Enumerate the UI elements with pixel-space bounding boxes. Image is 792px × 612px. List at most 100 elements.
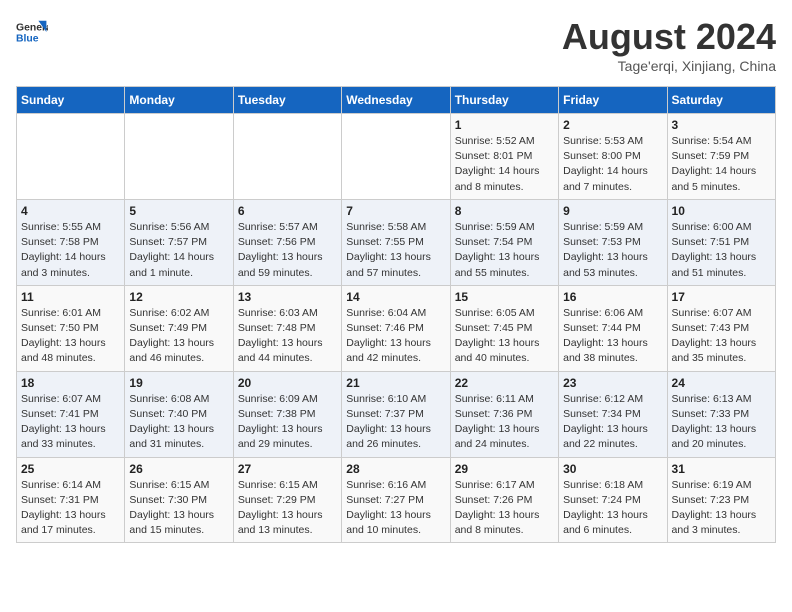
- day-info: Sunrise: 5:55 AMSunset: 7:58 PMDaylight:…: [21, 220, 120, 281]
- day-cell: 19 Sunrise: 6:08 AMSunset: 7:40 PMDayligh…: [125, 371, 233, 457]
- logo: General Blue: [16, 16, 48, 48]
- day-number: 1: [455, 118, 554, 132]
- weekday-header-monday: Monday: [125, 87, 233, 114]
- day-number: 26: [129, 462, 228, 476]
- month-year-title: August 2024: [562, 16, 776, 58]
- day-cell: 16Sunrise: 6:06 AMSunset: 7:44 PMDayligh…: [559, 285, 667, 371]
- day-cell: 3Sunrise: 5:54 AMSunset: 7:59 PMDaylight…: [667, 114, 775, 200]
- day-number: 6: [238, 204, 337, 218]
- calendar-table: SundayMondayTuesdayWednesdayThursdayFrid…: [16, 86, 776, 543]
- day-number: 18: [21, 376, 120, 390]
- day-number: 10: [672, 204, 771, 218]
- day-number: 15: [455, 290, 554, 304]
- day-number: 7: [346, 204, 445, 218]
- day-info: Sunrise: 6:15 AMSunset: 7:29 PMDaylight:…: [238, 478, 337, 539]
- day-number: 11: [21, 290, 120, 304]
- day-number: 25: [21, 462, 120, 476]
- location-subtitle: Tage'erqi, Xinjiang, China: [562, 58, 776, 74]
- page-header: General Blue August 2024 Tage'erqi, Xinj…: [16, 16, 776, 74]
- day-cell: 9Sunrise: 5:59 AMSunset: 7:53 PMDaylight…: [559, 199, 667, 285]
- weekday-header-thursday: Thursday: [450, 87, 558, 114]
- day-cell: 7 Sunrise: 5:58 AMSunset: 7:55 PMDaylight…: [342, 199, 450, 285]
- day-info: Sunrise: 6:14 AMSunset: 7:31 PMDaylight:…: [21, 478, 120, 539]
- day-info: Sunrise: 5:59 AMSunset: 7:54 PMDaylight:…: [455, 220, 554, 281]
- day-info: Sunrise: 6:08 AMSunset: 7:40 PMDaylight:…: [129, 392, 228, 453]
- day-info: Sunrise: 6:00 AMSunset: 7:51 PMDaylight:…: [672, 220, 771, 281]
- logo-icon: General Blue: [16, 16, 48, 48]
- day-cell: 10 Sunrise: 6:00 AMSunset: 7:51 PMDayligh…: [667, 199, 775, 285]
- day-cell: 5 Sunrise: 5:56 AMSunset: 7:57 PMDaylight…: [125, 199, 233, 285]
- weekday-header-wednesday: Wednesday: [342, 87, 450, 114]
- day-number: 27: [238, 462, 337, 476]
- day-cell: 30 Sunrise: 6:18 AMSunset: 7:24 PMDayligh…: [559, 457, 667, 543]
- day-cell: 4Sunrise: 5:55 AMSunset: 7:58 PMDaylight…: [17, 199, 125, 285]
- day-info: Sunrise: 6:06 AMSunset: 7:44 PMDaylight:…: [563, 306, 662, 367]
- day-number: 20: [238, 376, 337, 390]
- week-row-2: 4Sunrise: 5:55 AMSunset: 7:58 PMDaylight…: [17, 199, 776, 285]
- week-row-5: 25 Sunrise: 6:14 AMSunset: 7:31 PMDayligh…: [17, 457, 776, 543]
- day-info: Sunrise: 6:12 AMSunset: 7:34 PMDaylight:…: [563, 392, 662, 453]
- day-number: 22: [455, 376, 554, 390]
- weekday-header-friday: Friday: [559, 87, 667, 114]
- day-info: Sunrise: 5:56 AMSunset: 7:57 PMDaylight:…: [129, 220, 228, 281]
- day-info: Sunrise: 6:03 AMSunset: 7:48 PMDaylight:…: [238, 306, 337, 367]
- day-cell: 8Sunrise: 5:59 AMSunset: 7:54 PMDaylight…: [450, 199, 558, 285]
- day-info: Sunrise: 6:11 AMSunset: 7:36 PMDaylight:…: [455, 392, 554, 453]
- day-cell: 1 Sunrise: 5:52 AMSunset: 8:01 PMDaylight…: [450, 114, 558, 200]
- day-cell: [233, 114, 341, 200]
- day-info: Sunrise: 6:07 AMSunset: 7:41 PMDaylight:…: [21, 392, 120, 453]
- week-row-3: 11 Sunrise: 6:01 AMSunset: 7:50 PMDayligh…: [17, 285, 776, 371]
- day-number: 12: [129, 290, 228, 304]
- day-cell: 28 Sunrise: 6:16 AMSunset: 7:27 PMDayligh…: [342, 457, 450, 543]
- day-cell: 21 Sunrise: 6:10 AMSunset: 7:37 PMDayligh…: [342, 371, 450, 457]
- weekday-header-sunday: Sunday: [17, 87, 125, 114]
- day-info: Sunrise: 6:02 AMSunset: 7:49 PMDaylight:…: [129, 306, 228, 367]
- day-info: Sunrise: 6:09 AMSunset: 7:38 PMDaylight:…: [238, 392, 337, 453]
- week-row-4: 18 Sunrise: 6:07 AMSunset: 7:41 PMDayligh…: [17, 371, 776, 457]
- day-info: Sunrise: 6:04 AMSunset: 7:46 PMDaylight:…: [346, 306, 445, 367]
- day-cell: 29 Sunrise: 6:17 AMSunset: 7:26 PMDayligh…: [450, 457, 558, 543]
- day-number: 5: [129, 204, 228, 218]
- day-number: 19: [129, 376, 228, 390]
- day-number: 24: [672, 376, 771, 390]
- weekday-header-saturday: Saturday: [667, 87, 775, 114]
- day-info: Sunrise: 5:57 AMSunset: 7:56 PMDaylight:…: [238, 220, 337, 281]
- day-cell: 22 Sunrise: 6:11 AMSunset: 7:36 PMDayligh…: [450, 371, 558, 457]
- day-cell: 14 Sunrise: 6:04 AMSunset: 7:46 PMDayligh…: [342, 285, 450, 371]
- day-number: 14: [346, 290, 445, 304]
- day-info: Sunrise: 5:54 AMSunset: 7:59 PMDaylight:…: [672, 134, 771, 195]
- day-info: Sunrise: 6:16 AMSunset: 7:27 PMDaylight:…: [346, 478, 445, 539]
- day-info: Sunrise: 5:53 AMSunset: 8:00 PMDaylight:…: [563, 134, 662, 195]
- day-cell: 25 Sunrise: 6:14 AMSunset: 7:31 PMDayligh…: [17, 457, 125, 543]
- day-number: 28: [346, 462, 445, 476]
- day-info: Sunrise: 5:58 AMSunset: 7:55 PMDaylight:…: [346, 220, 445, 281]
- day-info: Sunrise: 6:10 AMSunset: 7:37 PMDaylight:…: [346, 392, 445, 453]
- day-number: 21: [346, 376, 445, 390]
- day-cell: 23 Sunrise: 6:12 AMSunset: 7:34 PMDayligh…: [559, 371, 667, 457]
- weekday-header-row: SundayMondayTuesdayWednesdayThursdayFrid…: [17, 87, 776, 114]
- day-cell: 18 Sunrise: 6:07 AMSunset: 7:41 PMDayligh…: [17, 371, 125, 457]
- day-cell: 27 Sunrise: 6:15 AMSunset: 7:29 PMDayligh…: [233, 457, 341, 543]
- day-info: Sunrise: 6:13 AMSunset: 7:33 PMDaylight:…: [672, 392, 771, 453]
- day-info: Sunrise: 6:17 AMSunset: 7:26 PMDaylight:…: [455, 478, 554, 539]
- day-cell: 24 Sunrise: 6:13 AMSunset: 7:33 PMDayligh…: [667, 371, 775, 457]
- day-number: 9: [563, 204, 662, 218]
- day-number: 23: [563, 376, 662, 390]
- week-row-1: 1 Sunrise: 5:52 AMSunset: 8:01 PMDaylight…: [17, 114, 776, 200]
- day-cell: 2Sunrise: 5:53 AMSunset: 8:00 PMDaylight…: [559, 114, 667, 200]
- day-cell: 12 Sunrise: 6:02 AMSunset: 7:49 PMDayligh…: [125, 285, 233, 371]
- day-cell: 20 Sunrise: 6:09 AMSunset: 7:38 PMDayligh…: [233, 371, 341, 457]
- day-number: 30: [563, 462, 662, 476]
- day-cell: 13 Sunrise: 6:03 AMSunset: 7:48 PMDayligh…: [233, 285, 341, 371]
- day-info: Sunrise: 5:52 AMSunset: 8:01 PMDaylight:…: [455, 134, 554, 195]
- day-cell: 11 Sunrise: 6:01 AMSunset: 7:50 PMDayligh…: [17, 285, 125, 371]
- day-cell: [125, 114, 233, 200]
- day-info: Sunrise: 6:05 AMSunset: 7:45 PMDaylight:…: [455, 306, 554, 367]
- day-info: Sunrise: 6:01 AMSunset: 7:50 PMDaylight:…: [21, 306, 120, 367]
- day-cell: 26Sunrise: 6:15 AMSunset: 7:30 PMDayligh…: [125, 457, 233, 543]
- day-number: 13: [238, 290, 337, 304]
- day-info: Sunrise: 6:18 AMSunset: 7:24 PMDaylight:…: [563, 478, 662, 539]
- day-number: 29: [455, 462, 554, 476]
- svg-text:Blue: Blue: [16, 34, 39, 45]
- day-cell: 6 Sunrise: 5:57 AMSunset: 7:56 PMDaylight…: [233, 199, 341, 285]
